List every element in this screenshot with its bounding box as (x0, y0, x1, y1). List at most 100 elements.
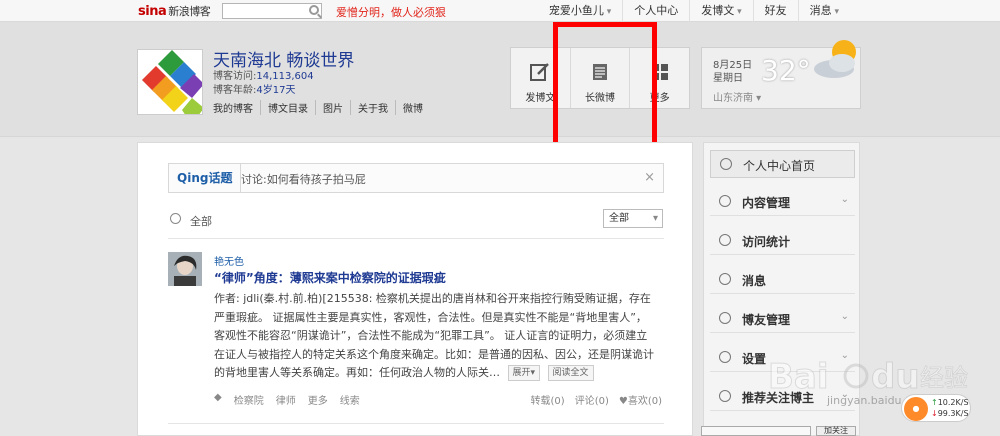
author-photo (168, 252, 202, 286)
main-content: Qing话题 讨论:如何看待孩子拍马屁 × 全部 全部 艳无色 “律师”角度：薄… (137, 142, 693, 436)
content-icon (719, 195, 731, 207)
link-pictures[interactable]: 图片 (315, 100, 350, 115)
friends-icon (719, 312, 731, 324)
filter-icon (170, 213, 181, 224)
link-weibo[interactable]: 微博 (395, 100, 430, 115)
filter-select[interactable]: 全部 (603, 209, 663, 228)
download-speed-value: 99.3K/S (937, 409, 969, 418)
qing-topic-bar: Qing话题 讨论:如何看待孩子拍马屁 × (168, 163, 664, 193)
post-actions: 转载(0) 评论(0) ♥喜欢(0) (531, 392, 662, 407)
tag-item[interactable]: 更多 (308, 392, 328, 407)
sidebar-item-label: 博友管理 (742, 313, 791, 327)
expand-button[interactable]: 展开▾ (507, 365, 541, 381)
chevron-down-icon[interactable]: ⌄ (841, 194, 849, 205)
up-arrow-icon: ↑ (931, 398, 938, 407)
repost-label: 转载 (530, 396, 551, 407)
nav-messages[interactable]: 消息 (797, 0, 850, 22)
sina-blog-logo[interactable]: sina 新浪博客 (138, 3, 211, 19)
heart-icon: ♥ (618, 396, 628, 407)
link-my-blog[interactable]: 我的博客 (213, 100, 260, 115)
sidebar-item-stats[interactable]: 访问统计 (710, 227, 855, 255)
close-icon[interactable]: × (644, 170, 655, 185)
nav-friends[interactable]: 好友 (752, 0, 798, 22)
sun-cloud-icon (814, 40, 856, 78)
age-label: 博客年龄: (213, 85, 257, 96)
upload-speed: ↑10.2K/S (931, 398, 969, 407)
sidebar-item-messages[interactable]: 消息 (710, 266, 855, 294)
age-stat: 博客年龄:4岁17天 (213, 81, 295, 96)
sidebar-item-label: 设置 (742, 352, 767, 366)
tag-icon: ◆ (214, 392, 222, 403)
message-icon (719, 273, 731, 285)
read-full-button[interactable]: 阅读全文 (547, 365, 594, 381)
edit-icon (530, 63, 550, 81)
sidebar-item-friends[interactable]: 博友管理 ⌄ (710, 305, 855, 333)
weather-weekday: 星期日 (713, 73, 743, 84)
sidebar-item-label: 个人中心首页 (743, 159, 816, 173)
nav-post-article[interactable]: 发博文 (689, 0, 752, 22)
stats-icon (719, 234, 731, 246)
tag-item[interactable]: 检察院 (234, 392, 264, 407)
sidebar-item-label: 访问统计 (742, 235, 791, 249)
link-article-index[interactable]: 博文目录 (260, 100, 315, 115)
down-arrow-icon: ↓ (931, 409, 938, 418)
weather-temperature: 32° (761, 54, 811, 87)
svg-text:经验: 经验 (920, 364, 968, 392)
repost-count: (0) (550, 396, 565, 407)
qing-topic[interactable]: 讨论:如何看待孩子拍马屁 (241, 171, 366, 187)
sidebar-item-home[interactable]: 个人中心首页 (710, 150, 855, 178)
download-speed: ↓99.3K/S (931, 409, 969, 418)
qing-tag[interactable]: Qing话题 (169, 164, 242, 192)
logo-main: sina (138, 4, 167, 19)
top-bar: sina新浪博客 爱憎分明，做人必须狠 宠爱小鱼儿 个人中心 发博文 好友 消息 (0, 0, 1000, 22)
comment-label: 评论 (574, 396, 595, 407)
visits-stat: 博客访问:14,113,604 (213, 67, 314, 82)
tag-item[interactable]: 律师 (276, 392, 296, 407)
nav-user-menu[interactable]: 宠爱小鱼儿 (538, 0, 622, 22)
sidebar-item-content[interactable]: 内容管理 ⌄ (710, 188, 855, 216)
blog-avatar[interactable] (137, 49, 203, 115)
like-label: 喜欢 (627, 396, 648, 407)
post-author-avatar[interactable] (168, 252, 202, 286)
comment-link[interactable]: 评论(0) (575, 392, 609, 407)
tag-item[interactable]: 线索 (340, 392, 360, 407)
filter-label: 全部 (190, 215, 212, 228)
nav-personal-center[interactable]: 个人中心 (622, 0, 689, 22)
add-follow-button[interactable]: 加关注 (816, 426, 856, 436)
divider (168, 238, 664, 239)
speed-ball-icon: ● (904, 397, 928, 421)
search-icon[interactable] (309, 5, 319, 15)
svg-text:du: du (871, 357, 920, 397)
age-value: 4岁17天 (256, 85, 296, 96)
recommend-icon (719, 390, 731, 402)
logo-rest: 新浪博客 (168, 5, 211, 18)
user-icon (720, 158, 732, 170)
crayons-image (138, 50, 202, 114)
chevron-down-icon[interactable]: ⌄ (841, 311, 849, 322)
weather-city-label: 山东济南 (713, 93, 753, 104)
post-tags: ◆ 检察院 律师 更多 线索 (214, 392, 360, 407)
annotation-highlight-box (553, 22, 657, 152)
network-speed-widget[interactable]: ● ↑10.2K/S ↓99.3K/S (901, 394, 971, 422)
top-nav: 宠爱小鱼儿 个人中心 发博文 好友 消息 (538, 0, 850, 22)
like-count: (0) (647, 396, 662, 407)
comment-count: (0) (594, 396, 609, 407)
gear-icon (719, 351, 731, 363)
upload-speed-value: 10.2K/S (937, 398, 969, 407)
sidebar-item-label: 消息 (742, 274, 767, 288)
weather-city[interactable]: 山东济南 ▾ (713, 89, 761, 104)
weather-widget[interactable]: 8月25日 星期日 32° 山东济南 ▾ (701, 40, 861, 109)
search-input[interactable] (222, 3, 322, 19)
repost-link[interactable]: 转载(0) (531, 392, 565, 407)
link-about-me[interactable]: 关于我 (350, 100, 395, 115)
like-link[interactable]: ♥喜欢(0) (619, 392, 662, 407)
post-author[interactable]: 艳无色 (214, 253, 244, 268)
post-excerpt: 作者: jdli(秦.村.前.柏)[215538: 检察机关提出的唐肖林和谷开来… (214, 290, 654, 383)
divider (168, 423, 664, 424)
post-title[interactable]: “律师”角度：薄熙来案中检察院的证据瑕疵 (214, 269, 446, 286)
user-slogan: 爱憎分明，做人必须狠 (336, 6, 446, 19)
blog-links: 我的博客 博文目录 图片 关于我 微博 (213, 100, 430, 115)
input-method-toolbar[interactable] (701, 426, 811, 436)
sidebar-item-label: 内容管理 (742, 196, 791, 210)
svg-text:Bai: Bai (768, 357, 829, 397)
